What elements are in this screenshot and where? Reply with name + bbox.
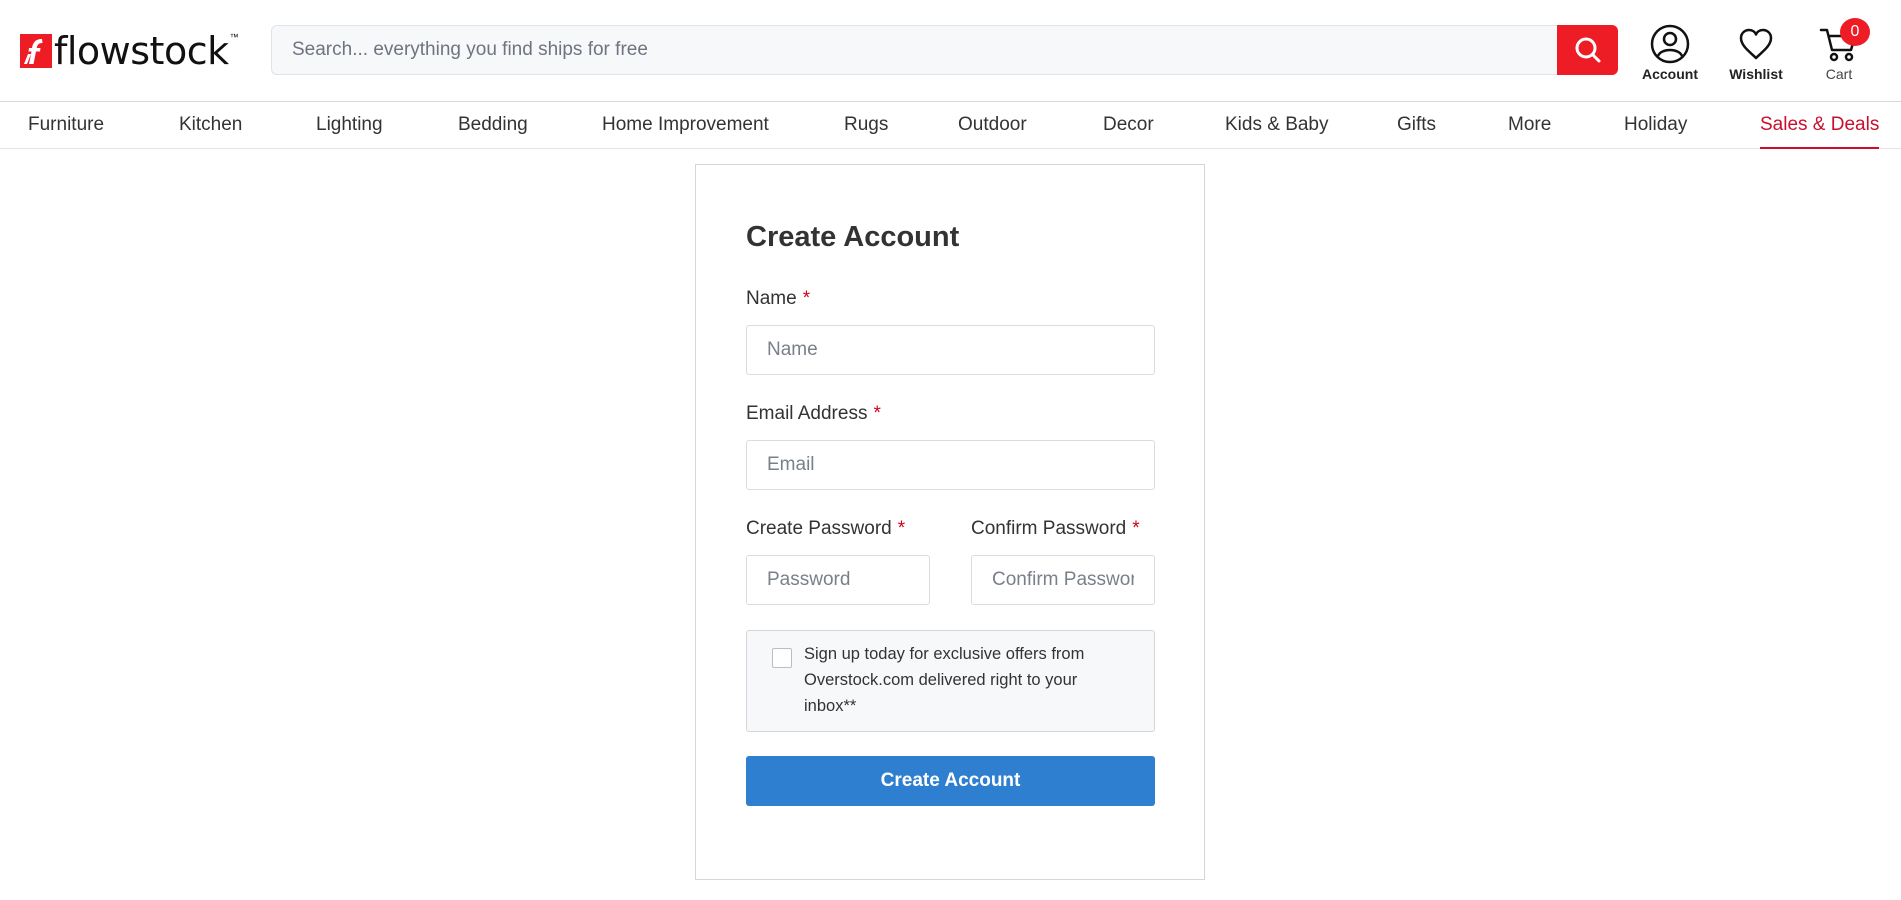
form-title: Create Account — [746, 221, 960, 253]
cart-label: Cart — [1825, 66, 1853, 82]
nav-item-lighting[interactable]: Lighting — [316, 102, 383, 149]
nav-item-holiday[interactable]: Holiday — [1624, 102, 1687, 149]
email-input[interactable] — [746, 440, 1155, 490]
nav-item-sales-deals[interactable]: Sales & Deals — [1760, 102, 1880, 149]
create-account-button[interactable]: Create Account — [746, 756, 1155, 806]
site-logo[interactable]: flowstock ™ — [20, 28, 239, 74]
nav-item-furniture[interactable]: Furniture — [28, 102, 104, 149]
site-header: flowstock ™ Account Wishlist 0 — [0, 0, 1901, 102]
nav-item-outdoor[interactable]: Outdoor — [958, 102, 1027, 149]
nav-item-kids-baby[interactable]: Kids & Baby — [1225, 102, 1329, 149]
cart-count-badge: 0 — [1840, 18, 1870, 46]
search-bar — [271, 25, 1618, 75]
nav-item-decor[interactable]: Decor — [1103, 102, 1154, 149]
wishlist-label: Wishlist — [1729, 66, 1783, 82]
nav-item-kitchen[interactable]: Kitchen — [179, 102, 242, 149]
logo-text: flowstock — [54, 29, 229, 73]
search-button[interactable] — [1557, 25, 1618, 75]
create-account-form: Create Account Name* Email Address* Crea… — [695, 164, 1205, 880]
password-label: Create Password * — [746, 518, 906, 539]
logo-mark-icon — [20, 34, 52, 68]
required-mark: * — [802, 288, 811, 309]
nav-item-gifts[interactable]: Gifts — [1397, 102, 1436, 149]
required-mark: * — [1132, 518, 1140, 539]
cart-button[interactable]: 0 Cart — [1810, 18, 1870, 82]
nav-item-bedding[interactable]: Bedding — [458, 102, 528, 149]
optin-text: Sign up today for exclusive offers from … — [804, 645, 1085, 715]
confirm-password-label: Confirm Password * — [971, 518, 1140, 539]
logo-trademark: ™ — [229, 32, 239, 42]
account-button[interactable]: Account — [1641, 24, 1699, 82]
nav-item-rugs[interactable]: Rugs — [844, 102, 888, 149]
email-label: Email Address * — [746, 403, 881, 424]
optin-checkbox[interactable] — [772, 648, 792, 668]
required-mark: * — [897, 518, 906, 539]
account-label: Account — [1642, 66, 1698, 82]
name-input[interactable] — [746, 325, 1155, 375]
confirm-password-input[interactable] — [971, 555, 1155, 605]
newsletter-optin: Sign up today for exclusive offers from … — [746, 630, 1155, 732]
heart-icon — [1739, 28, 1773, 60]
required-mark: * — [873, 403, 881, 424]
name-label: Name * — [746, 288, 811, 309]
search-input[interactable] — [271, 25, 1557, 75]
category-nav: Furniture Kitchen Lighting Bedding Home … — [0, 102, 1901, 149]
search-icon — [1575, 37, 1600, 63]
password-input[interactable] — [746, 555, 930, 605]
account-icon — [1650, 24, 1690, 64]
wishlist-button[interactable]: Wishlist — [1727, 24, 1785, 82]
nav-item-home-improvement[interactable]: Home Improvement — [602, 102, 769, 149]
nav-item-more[interactable]: More — [1508, 102, 1551, 149]
